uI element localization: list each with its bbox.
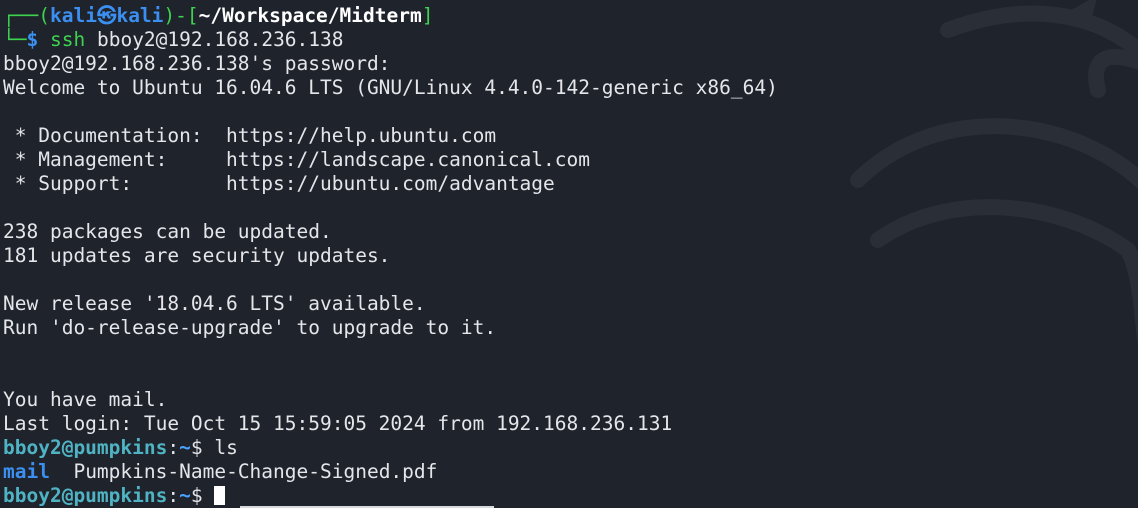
output-line: * Management: https://landscape.canonica… (3, 148, 590, 171)
ls-output-line: mail Pumpkins-Name-Change-Signed.pdf (3, 460, 1138, 484)
command-args: bboy2@192.168.236.138 (96, 28, 344, 51)
output-line: You have mail. (3, 388, 168, 411)
remote-command: ls (214, 436, 238, 459)
remote-command-line: bboy2@pumpkins:~$ ls (3, 436, 1138, 460)
current-prompt-user-host: bboy2@pumpkins (3, 484, 168, 507)
output-line: New release '18.04.6 LTS' available. (3, 292, 426, 315)
output-line: 181 updates are security updates. (3, 244, 391, 267)
output-line: 238 packages can be updated. (3, 220, 332, 243)
remote-prompt-dollar: $ (190, 436, 215, 459)
remote-prompt-user-host: bboy2@pumpkins (3, 436, 168, 459)
prompt-bracket-open: )-[ (163, 4, 199, 27)
current-prompt-line[interactable]: bboy2@pumpkins:~$ (3, 484, 1138, 508)
output-line: Welcome to Ubuntu 16.04.6 LTS (GNU/Linux… (3, 76, 778, 99)
remote-prompt-path: ~ (179, 436, 191, 459)
remote-prompt-colon: : (167, 436, 180, 459)
prompt-at-symbol: ㉿ (96, 4, 117, 27)
prompt-user: kali (49, 4, 97, 27)
output-line: * Documentation: https://help.ubuntu.com (3, 124, 497, 147)
current-prompt-colon: : (167, 484, 180, 507)
current-prompt-path: ~ (179, 484, 191, 507)
prompt-host: kali (116, 4, 164, 27)
terminal-window[interactable]: ┌──(kali㉿kali)-[~/Workspace/Midterm] └─$… (0, 0, 1138, 508)
ls-file-entry: Pumpkins-Name-Change-Signed.pdf (73, 460, 438, 483)
prompt-box-bottom: └─ (3, 28, 27, 51)
ls-separator (50, 460, 73, 483)
output-line: Run 'do-release-upgrade' to upgrade to i… (3, 316, 497, 339)
current-prompt-dollar: $ (190, 484, 215, 507)
prompt-path: ~/Workspace/Midterm (198, 4, 422, 27)
prompt-bracket-close: ] (421, 4, 434, 27)
output-line: Last login: Tue Oct 15 15:59:05 2024 fro… (3, 412, 673, 435)
command-name: ssh (49, 28, 86, 51)
command-line: └─$ ssh bboy2@192.168.236.138 (3, 28, 1138, 52)
prompt-header-line: ┌──(kali㉿kali)-[~/Workspace/Midterm] (3, 4, 1138, 28)
block-cursor[interactable] (214, 486, 226, 505)
output-line: bboy2@192.168.236.138's password: (3, 52, 403, 75)
output-line: * Support: https://ubuntu.com/advantage (3, 172, 555, 195)
prompt-box-top: ┌──( (3, 4, 50, 27)
terminal-output: ┌──(kali㉿kali)-[~/Workspace/Midterm] └─$… (3, 4, 1138, 508)
prompt-dollar: $ (26, 28, 39, 51)
ls-directory-entry: mail (3, 460, 50, 483)
